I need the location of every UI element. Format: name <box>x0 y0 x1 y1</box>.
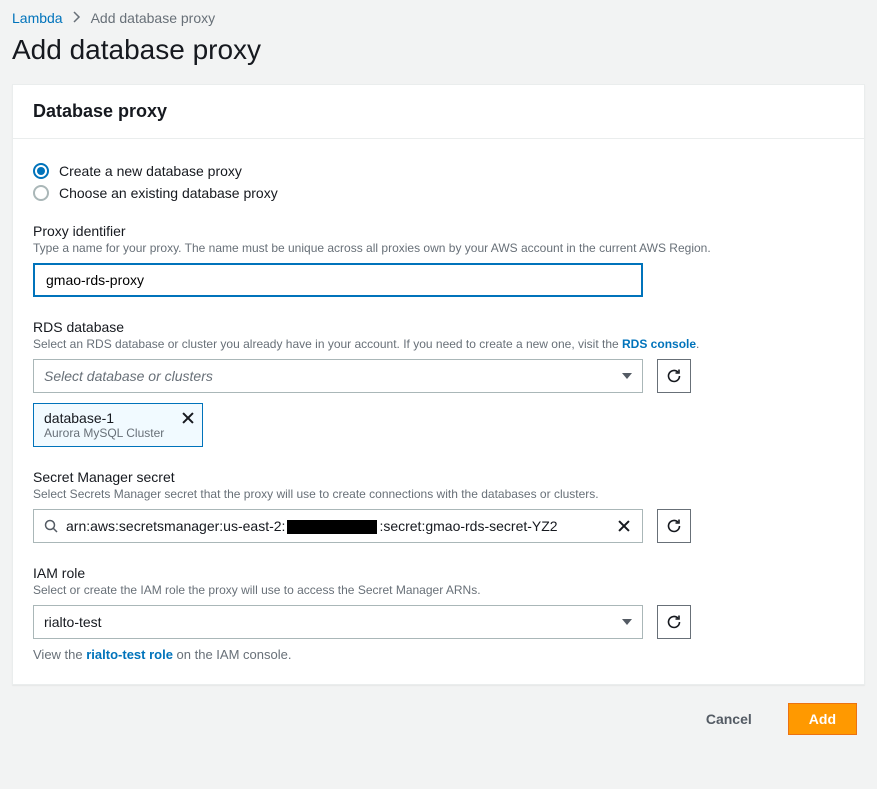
rds-refresh-button[interactable] <box>657 359 691 393</box>
page-title: Add database proxy <box>12 34 865 66</box>
rds-database-select[interactable]: Select database or clusters <box>33 359 643 393</box>
proxy-identifier-input[interactable] <box>33 263 643 297</box>
radio-icon <box>33 185 49 201</box>
secret-input[interactable]: arn:aws:secretsmanager:us-east-2::secret… <box>33 509 643 543</box>
chevron-right-icon <box>73 10 81 26</box>
proxy-identifier-field[interactable] <box>44 271 632 289</box>
rds-selected-token: database-1 Aurora MySQL Cluster <box>33 403 203 447</box>
breadcrumb-root-link[interactable]: Lambda <box>12 10 63 26</box>
secret-value: arn:aws:secretsmanager:us-east-2::secret… <box>66 518 608 534</box>
iam-label: IAM role <box>33 565 844 581</box>
rds-help: Select an RDS database or cluster you al… <box>33 337 844 351</box>
radio-choose-existing[interactable]: Choose an existing database proxy <box>33 185 844 201</box>
breadcrumb-current: Add database proxy <box>91 10 216 26</box>
proxy-identifier-help: Type a name for your proxy. The name mus… <box>33 241 844 255</box>
radio-create-new[interactable]: Create a new database proxy <box>33 163 844 179</box>
iam-role-value: rialto-test <box>44 614 614 630</box>
secret-refresh-button[interactable] <box>657 509 691 543</box>
search-icon <box>44 519 58 533</box>
iam-help: Select or create the IAM role the proxy … <box>33 583 844 597</box>
rds-placeholder: Select database or clusters <box>44 368 614 384</box>
rds-label: RDS database <box>33 319 844 335</box>
iam-view-role-row: View the rialto-test role on the IAM con… <box>33 647 844 662</box>
panel-database-proxy: Database proxy Create a new database pro… <box>12 84 865 685</box>
secret-label: Secret Manager secret <box>33 469 844 485</box>
breadcrumb: Lambda Add database proxy <box>0 0 877 26</box>
refresh-icon <box>666 368 682 384</box>
radio-label: Choose an existing database proxy <box>59 185 278 201</box>
radio-icon <box>33 163 49 179</box>
token-title: database-1 <box>44 410 172 426</box>
redacted-account-id <box>287 520 377 534</box>
refresh-icon <box>666 518 682 534</box>
clear-icon[interactable] <box>616 518 632 534</box>
add-button[interactable]: Add <box>788 703 857 735</box>
iam-role-select[interactable]: rialto-test <box>33 605 643 639</box>
cancel-button[interactable]: Cancel <box>686 703 772 735</box>
iam-refresh-button[interactable] <box>657 605 691 639</box>
view-role-link[interactable]: rialto-test role <box>86 647 173 662</box>
footer-actions: Cancel Add <box>0 685 877 759</box>
secret-help: Select Secrets Manager secret that the p… <box>33 487 844 501</box>
proxy-identifier-label: Proxy identifier <box>33 223 844 239</box>
panel-title: Database proxy <box>13 85 864 139</box>
chevron-down-icon <box>622 373 632 379</box>
rds-console-link[interactable]: RDS console <box>622 337 696 351</box>
close-icon[interactable] <box>180 410 196 426</box>
token-subtitle: Aurora MySQL Cluster <box>44 426 172 440</box>
chevron-down-icon <box>622 619 632 625</box>
radio-label: Create a new database proxy <box>59 163 242 179</box>
refresh-icon <box>666 614 682 630</box>
